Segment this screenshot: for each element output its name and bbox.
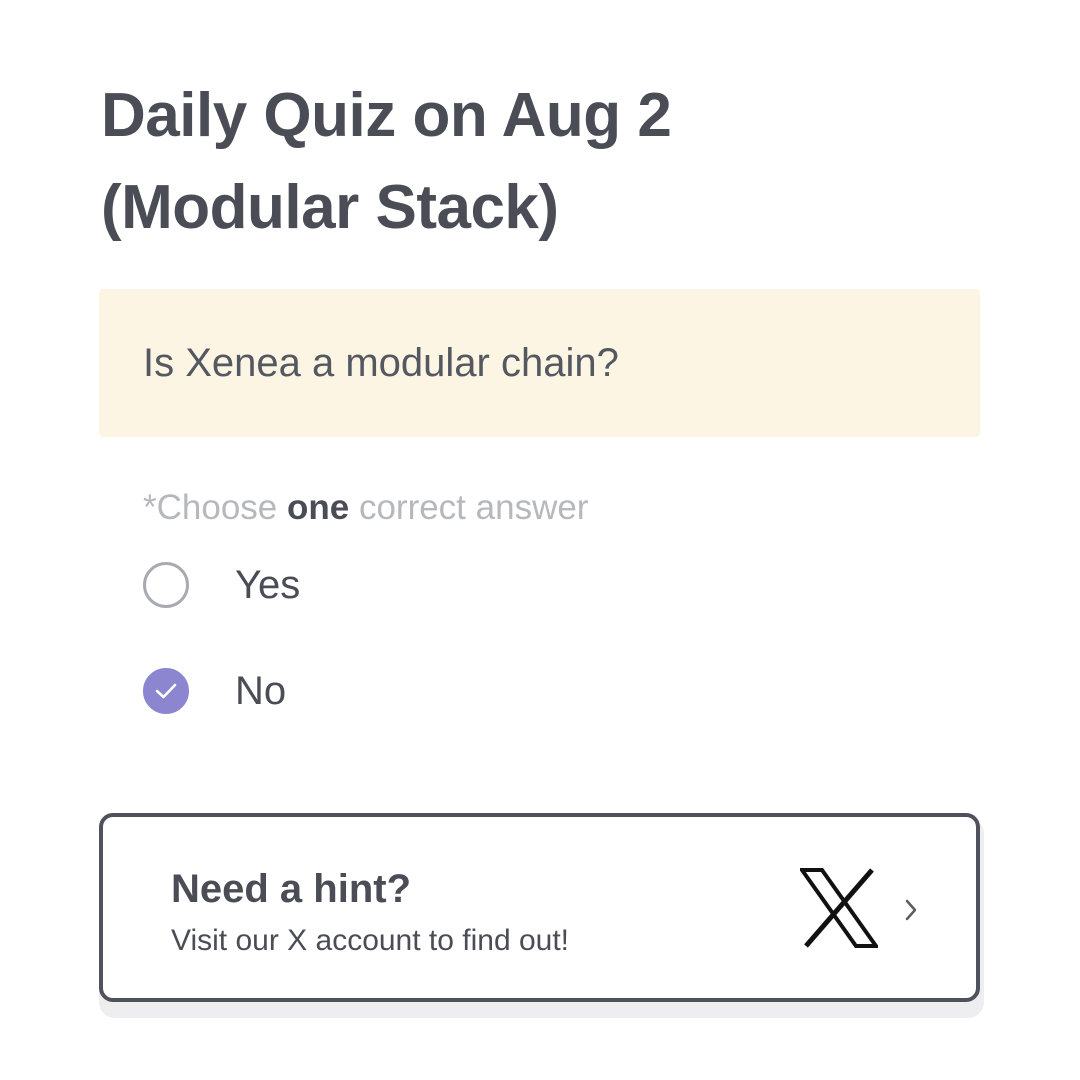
checkmark-icon xyxy=(155,683,177,699)
quiz-page: Daily Quiz on Aug 2 (Modular Stack) Is X… xyxy=(0,0,1080,1080)
question-text: Is Xenea a modular chain? xyxy=(143,341,619,385)
radio-checked-icon[interactable] xyxy=(143,668,189,714)
title-line-1: Daily Quiz on Aug 2 xyxy=(101,81,672,150)
answer-option-label: No xyxy=(235,669,287,713)
page-title: Daily Quiz on Aug 2 (Modular Stack) xyxy=(101,70,981,254)
x-logo-icon xyxy=(800,868,878,948)
radio-unchecked-icon[interactable] xyxy=(143,562,189,608)
answer-option-yes[interactable]: Yes xyxy=(143,561,300,609)
chevron-right-icon xyxy=(905,899,917,921)
answer-option-label: Yes xyxy=(235,563,301,607)
hint-title: Need a hint? xyxy=(171,867,412,911)
question-box: Is Xenea a modular chain? xyxy=(99,289,980,437)
answer-option-no[interactable]: No xyxy=(143,667,286,715)
instruction-emphasis: one xyxy=(286,488,350,527)
hint-card-link[interactable]: Need a hint? Visit our X account to find… xyxy=(99,813,980,1002)
answer-instruction: *Choose one correct answer xyxy=(143,487,588,529)
instruction-suffix: correct answer xyxy=(349,488,589,527)
instruction-prefix: *Choose xyxy=(143,488,287,527)
hint-subtitle: Visit our X account to find out! xyxy=(171,924,570,957)
title-line-2: (Modular Stack) xyxy=(101,173,559,242)
